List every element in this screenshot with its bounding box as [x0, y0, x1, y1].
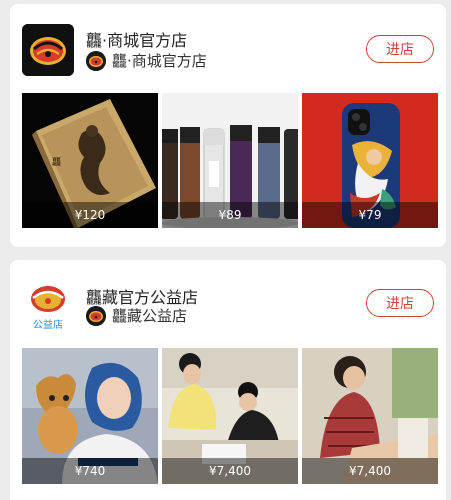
product-price: ¥740 — [22, 458, 158, 484]
product-row: 龘 ¥120 ¥89 ¥79 — [22, 93, 438, 228]
mini-eye-logo-icon — [86, 305, 106, 326]
product-price: ¥7,400 — [302, 458, 438, 484]
sub-shop-row[interactable]: 龘藏公益店 — [86, 305, 187, 326]
product-item[interactable]: ¥7,400 — [162, 348, 298, 484]
product-price: ¥120 — [22, 202, 158, 228]
enter-shop-button[interactable]: 进店 — [366, 289, 434, 317]
shop-card[interactable]: 公益店 龘藏官方公益店 龘藏公益店 进店 ¥740 ¥7,400 ¥7,400 — [10, 260, 446, 500]
shop-logo[interactable]: 公益店 — [22, 280, 74, 332]
sub-shop-name: 龘·商城官方店 — [112, 52, 207, 70]
product-item[interactable]: ¥79 — [302, 93, 438, 228]
product-item[interactable]: 龘 ¥120 — [22, 93, 158, 228]
shop-name[interactable]: 龘·商城官方店 — [86, 27, 187, 51]
shop-card[interactable]: 龘·商城官方店 龘·商城官方店 进店 龘 ¥120 ¥89 ¥79 — [10, 4, 446, 247]
mini-eye-logo-icon — [86, 50, 106, 71]
product-item[interactable]: ¥89 — [162, 93, 298, 228]
eye-logo-icon — [22, 24, 74, 76]
product-item[interactable]: ¥740 — [22, 348, 158, 484]
logo-caption: 公益店 — [33, 318, 63, 331]
svg-text:龘: 龘 — [52, 156, 61, 168]
product-price: ¥7,400 — [162, 458, 298, 484]
product-item[interactable]: ¥7,400 — [302, 348, 438, 484]
eye-logo-icon: 公益店 — [22, 280, 74, 332]
product-price: ¥79 — [302, 202, 438, 228]
product-row: ¥740 ¥7,400 ¥7,400 — [22, 348, 438, 484]
sub-shop-row[interactable]: 龘·商城官方店 — [86, 50, 207, 71]
sub-shop-name: 龘藏公益店 — [112, 307, 188, 325]
enter-shop-button[interactable]: 进店 — [366, 35, 434, 63]
shop-logo[interactable] — [22, 24, 74, 76]
product-price: ¥89 — [162, 202, 298, 228]
